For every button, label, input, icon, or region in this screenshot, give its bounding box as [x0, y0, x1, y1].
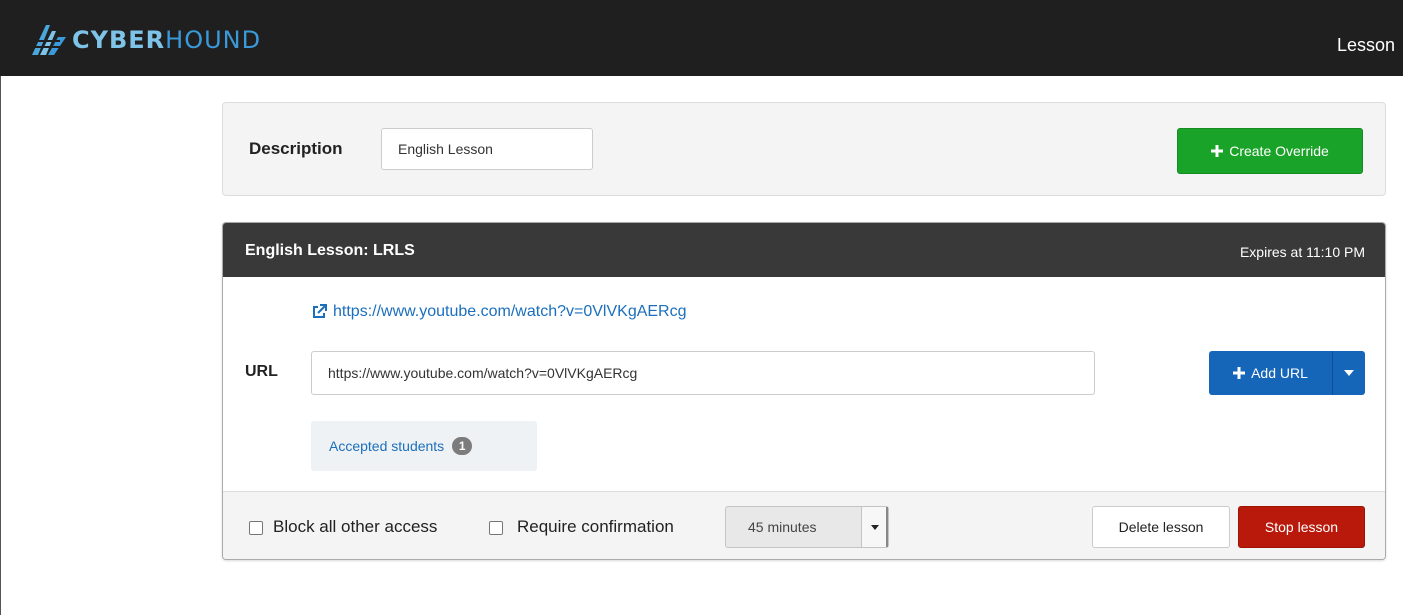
- lesson-panel: English Lesson: LRLS Expires at 11:10 PM…: [222, 222, 1386, 560]
- plus-icon: [1233, 367, 1246, 379]
- accepted-students-toggle[interactable]: Accepted students 1: [311, 421, 537, 471]
- lesson-header: English Lesson: LRLS Expires at 11:10 PM: [223, 223, 1385, 277]
- require-confirmation-label: Require confirmation: [517, 517, 674, 536]
- create-override-label: Create Override: [1229, 143, 1329, 159]
- lesson-footer: Block all other access Require confirmat…: [223, 491, 1385, 559]
- duration-select-caret: [861, 507, 888, 547]
- require-confirmation-checkbox[interactable]: [489, 521, 503, 535]
- add-url-button[interactable]: Add URL: [1209, 351, 1332, 395]
- delete-lesson-button[interactable]: Delete lesson: [1092, 506, 1230, 548]
- block-access-label: Block all other access: [273, 517, 438, 536]
- duration-select-value: 45 minutes: [748, 519, 817, 535]
- lesson-url-link[interactable]: https://www.youtube.com/watch?v=0VlVKgAE…: [311, 303, 687, 321]
- lesson-title: English Lesson: LRLS: [245, 242, 415, 259]
- accepted-students-count-badge: 1: [452, 437, 473, 455]
- add-url-label: Add URL: [1251, 365, 1308, 381]
- hound-logo-icon: [32, 25, 66, 55]
- top-navbar: CYBERHOUND Lesson: [0, 0, 1403, 76]
- description-label: Description: [249, 139, 343, 158]
- lesson-expiry: Expires at 11:10 PM: [1239, 244, 1365, 260]
- cyberhound-logo[interactable]: CYBERHOUND: [32, 22, 261, 58]
- stop-lesson-button[interactable]: Stop lesson: [1238, 506, 1365, 548]
- description-panel: Description Create Override: [222, 102, 1386, 196]
- create-override-button[interactable]: Create Override: [1177, 128, 1363, 174]
- logo-text: CYBERHOUND: [72, 26, 262, 54]
- lesson-url-link-text: https://www.youtube.com/watch?v=0VlVKgAE…: [333, 303, 687, 320]
- page-border-left: [0, 76, 1, 615]
- accepted-students-label: Accepted students: [329, 438, 445, 454]
- url-input[interactable]: [311, 351, 1095, 395]
- page-title: Lesson: [1336, 35, 1395, 55]
- add-url-dropdown-toggle[interactable]: [1332, 351, 1365, 395]
- external-link-icon: [313, 304, 327, 318]
- caret-down-icon: [871, 524, 879, 530]
- url-label: URL: [245, 363, 278, 380]
- duration-select[interactable]: 45 minutes: [725, 506, 889, 548]
- description-input[interactable]: [381, 128, 593, 170]
- plus-icon: [1211, 145, 1224, 157]
- caret-down-icon: [1344, 370, 1354, 376]
- add-url-button-group: Add URL: [1209, 351, 1365, 395]
- block-access-checkbox[interactable]: [249, 521, 263, 535]
